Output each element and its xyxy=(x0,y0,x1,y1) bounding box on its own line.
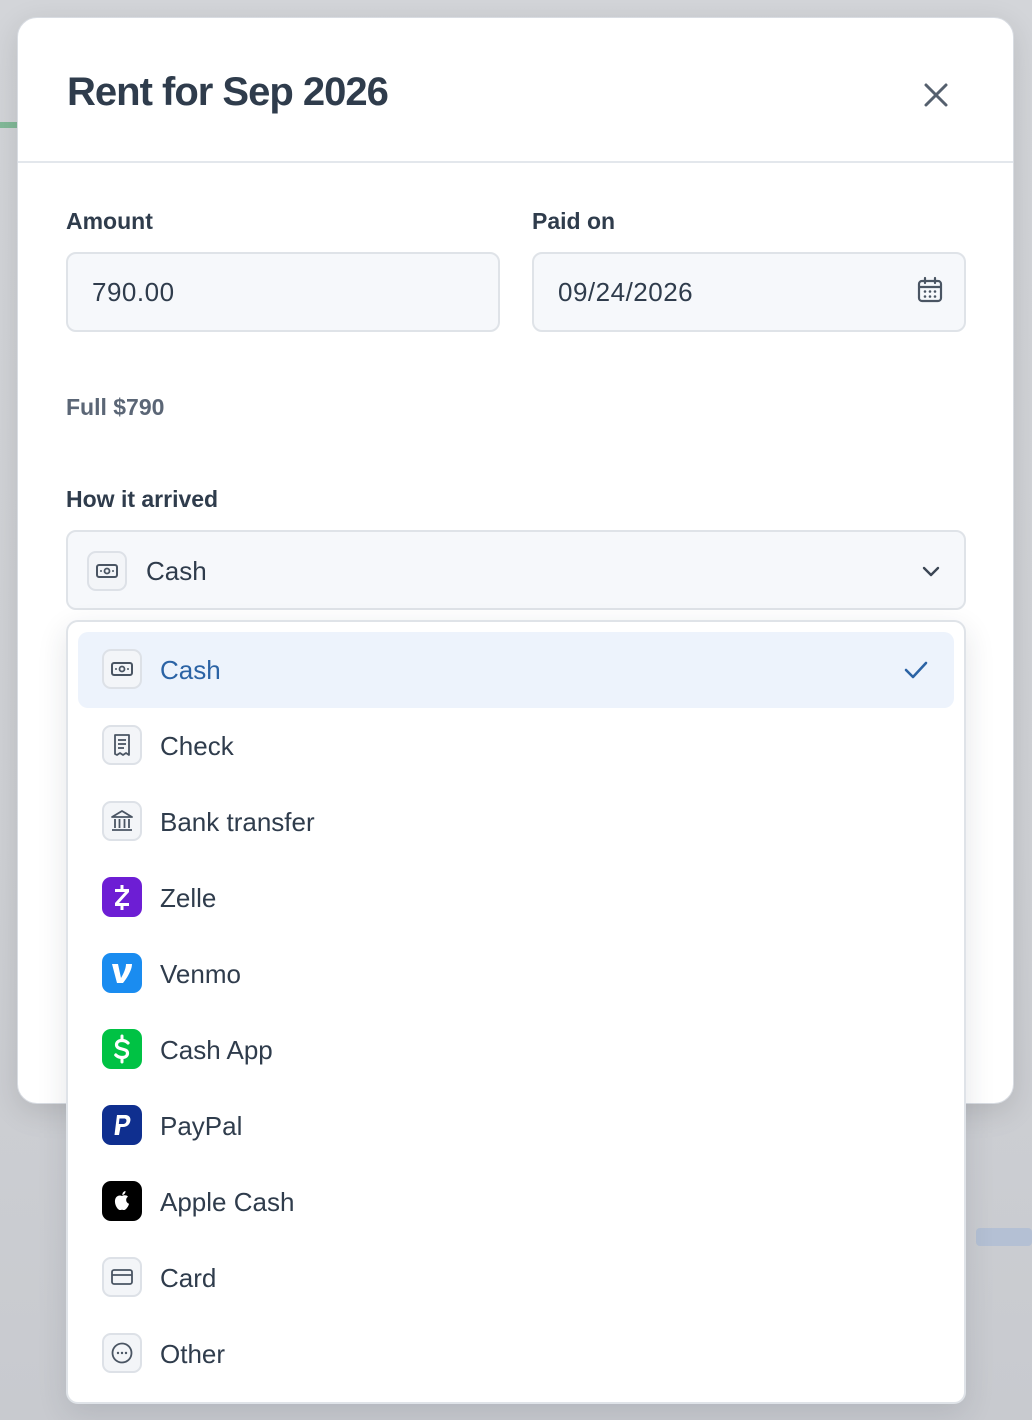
apple-icon xyxy=(102,1181,142,1221)
option-check[interactable]: Check xyxy=(78,708,954,784)
amount-hint: Full $790 xyxy=(66,394,165,420)
option-zelle[interactable]: Zelle xyxy=(78,860,954,936)
bank-icon xyxy=(102,801,142,841)
option-apple-cash[interactable]: Apple Cash xyxy=(78,1164,954,1240)
more-icon xyxy=(102,1333,142,1373)
amount-input[interactable] xyxy=(66,252,500,332)
cash-app-icon xyxy=(102,1029,142,1069)
card-icon xyxy=(102,1257,142,1297)
option-label: Check xyxy=(160,731,234,761)
option-label: Card xyxy=(160,1263,217,1293)
option-label: Venmo xyxy=(160,959,241,989)
close-icon xyxy=(924,83,948,107)
background-accent xyxy=(0,122,18,128)
chevron-down-icon xyxy=(922,566,940,577)
option-label: Zelle xyxy=(160,883,217,913)
background-link xyxy=(976,1228,1032,1246)
option-label: Cash App xyxy=(160,1035,273,1065)
calendar-icon[interactable] xyxy=(916,276,944,304)
option-label: Cash xyxy=(160,655,221,685)
cash-icon xyxy=(102,649,142,689)
paypal-icon xyxy=(102,1105,142,1145)
paid-on-input[interactable] xyxy=(532,252,966,332)
option-cash-app[interactable]: Cash App xyxy=(78,1012,954,1088)
payment-method-dropdown: Cash Check Bank transfer Zelle Venmo Cas… xyxy=(66,620,966,1404)
option-label: Other xyxy=(160,1339,226,1369)
modal-title: Rent for Sep 2026 xyxy=(67,70,389,114)
option-paypal[interactable]: PayPal xyxy=(78,1088,954,1164)
option-other[interactable]: Other xyxy=(78,1316,954,1392)
zelle-icon xyxy=(102,877,142,917)
venmo-icon xyxy=(102,953,142,993)
check-receipt-icon xyxy=(102,725,142,765)
option-cash[interactable]: Cash xyxy=(78,632,954,708)
paid-on-label: Paid on xyxy=(532,208,616,234)
option-label: PayPal xyxy=(160,1111,243,1141)
option-venmo[interactable]: Venmo xyxy=(78,936,954,1012)
option-card[interactable]: Card xyxy=(78,1240,954,1316)
selected-method: Cash xyxy=(146,556,207,586)
option-label: Bank transfer xyxy=(160,807,315,837)
modal-header: Rent for Sep 2026 xyxy=(18,18,1013,163)
method-label: How it arrived xyxy=(66,486,219,512)
payment-method-select[interactable]: Cash xyxy=(66,530,966,610)
cash-icon xyxy=(87,551,127,591)
amount-label: Amount xyxy=(66,208,153,234)
close-button[interactable] xyxy=(919,78,953,112)
checkmark-icon xyxy=(904,661,928,679)
option-bank-transfer[interactable]: Bank transfer xyxy=(78,784,954,860)
option-label: Apple Cash xyxy=(160,1187,295,1217)
paid-on-field xyxy=(532,252,966,332)
